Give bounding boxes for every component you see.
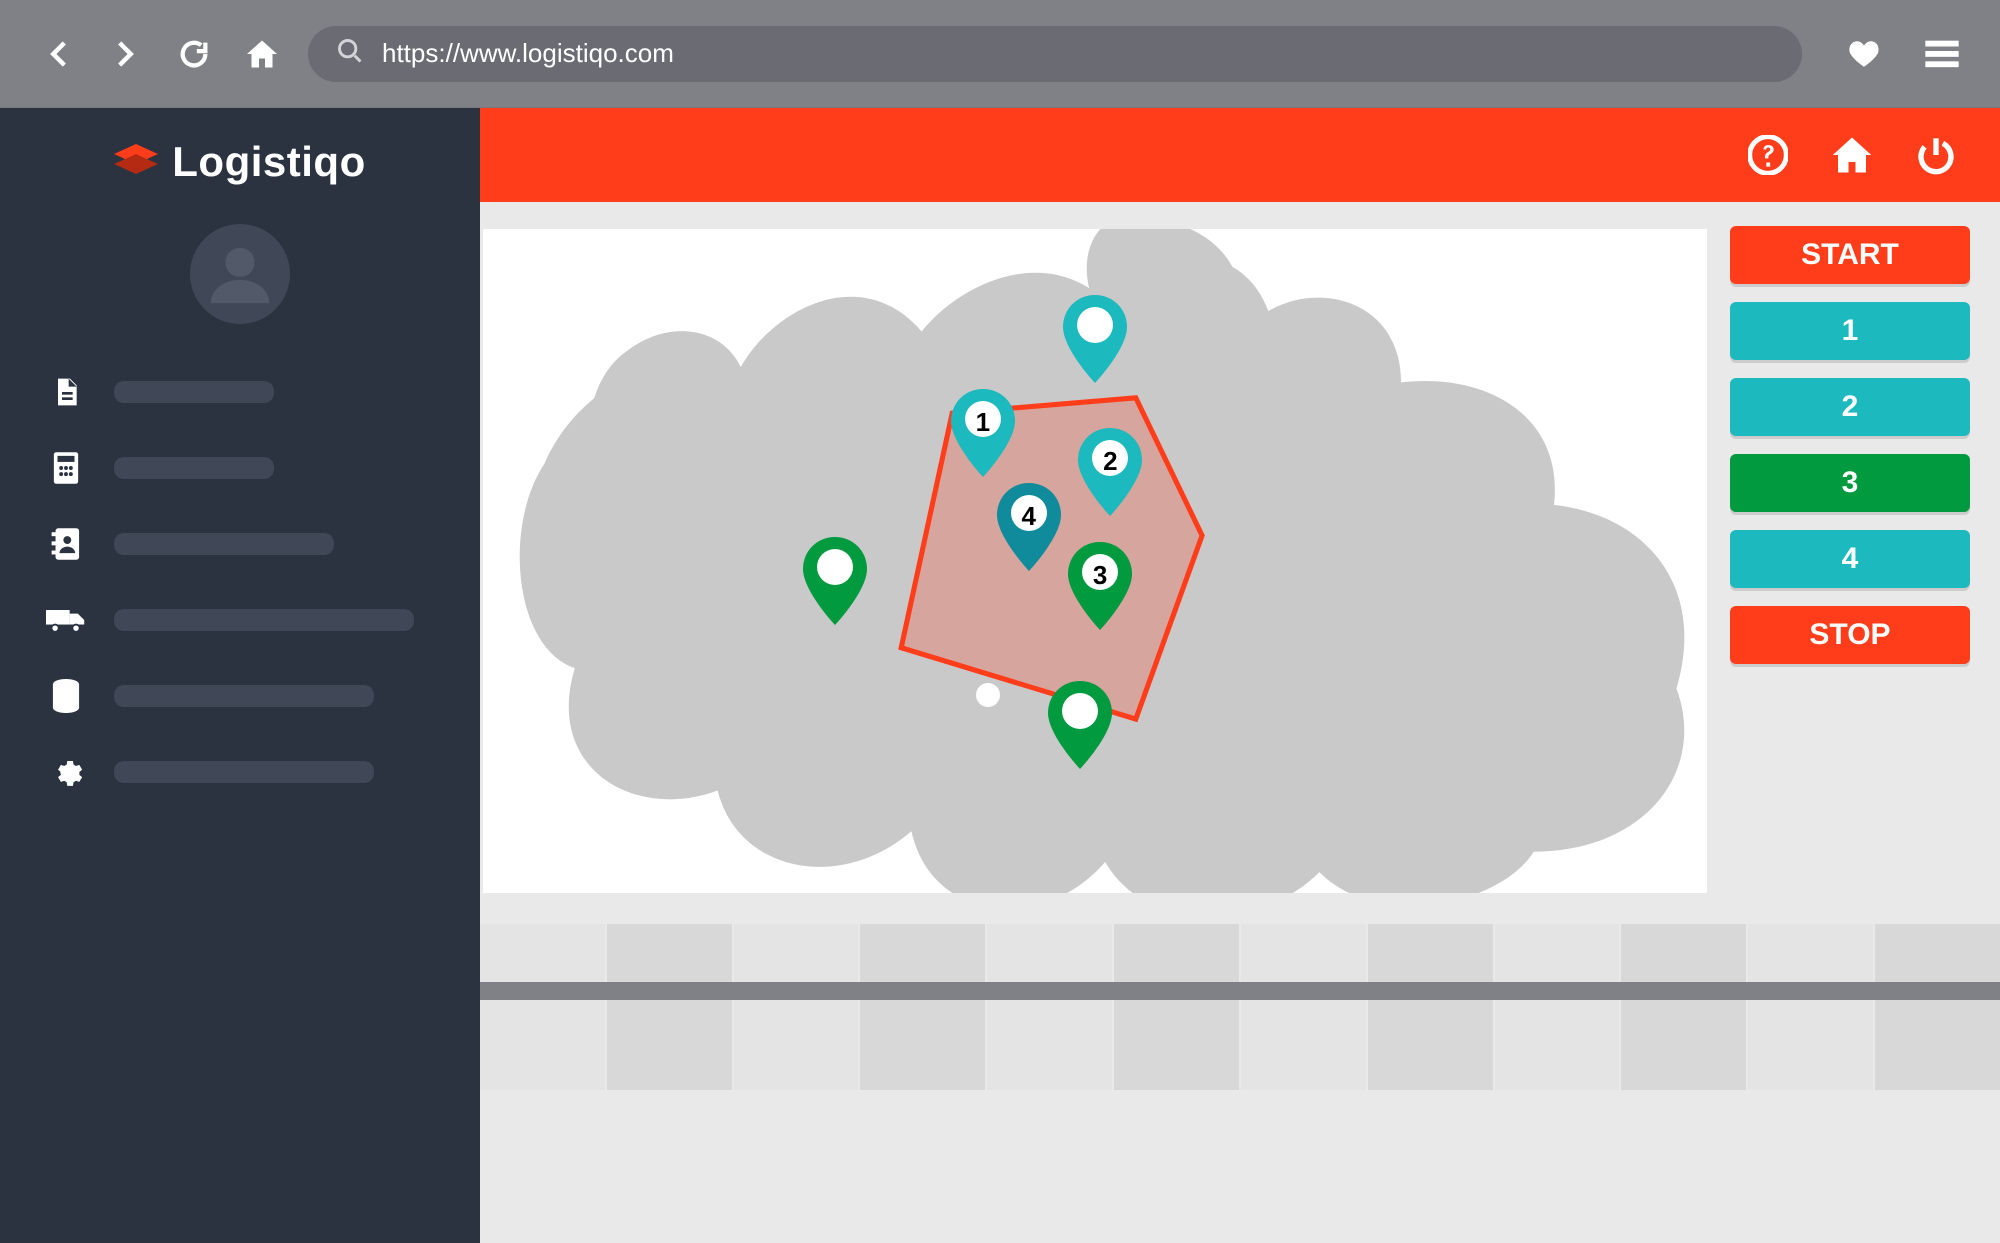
reload-button[interactable] [172,32,216,76]
brand-mark-icon [114,140,158,184]
sidebar-item-label [114,533,334,555]
sidebar-item-contacts[interactable] [46,524,434,564]
avatar[interactable] [190,224,290,324]
back-button[interactable] [36,32,80,76]
pin-label: 2 [1103,446,1117,477]
contacts-icon [46,524,86,564]
steps-panel: START 1 2 3 4 STOP [1710,226,1970,896]
favorite-button[interactable] [1842,32,1886,76]
url-input[interactable] [382,38,1774,69]
step-button[interactable]: START [1730,226,1970,284]
sidebar-item-label [114,457,274,479]
truck-icon [46,600,86,640]
sidebar-item-calculator[interactable] [46,448,434,488]
forward-button[interactable] [104,32,148,76]
brand[interactable]: Logistiqo [0,138,480,186]
map-pin[interactable] [1048,681,1112,769]
document-icon [46,372,86,412]
search-icon [336,37,364,70]
map-pin[interactable]: 4 [997,483,1061,571]
pin-label: 3 [1093,560,1107,591]
step-button[interactable]: 3 [1730,454,1970,512]
sidebar: Logistiqo [0,108,480,1243]
brand-text: Logistiqo [172,138,365,186]
step-button[interactable]: 2 [1730,378,1970,436]
pin-label: 1 [976,407,990,438]
app-topbar [480,108,2000,202]
calculator-icon [46,448,86,488]
sidebar-item-settings[interactable] [46,752,434,792]
map-pin[interactable] [1063,295,1127,383]
power-button[interactable] [1914,133,1958,177]
help-button[interactable] [1746,133,1790,177]
map[interactable]: 1 2 4 3 [480,226,1710,896]
app-shell: Logistiqo [0,108,2000,1243]
database-icon [46,676,86,716]
map-dot [973,680,1003,710]
browser-chrome-bar [0,0,2000,108]
app-home-button[interactable] [1830,133,1874,177]
sidebar-item-label [114,381,274,403]
map-pin[interactable] [803,537,867,625]
timeline-placeholder [480,924,2000,1090]
map-pin[interactable]: 3 [1068,542,1132,630]
pin-label: 4 [1021,501,1035,532]
home-button[interactable] [240,32,284,76]
step-button[interactable]: STOP [1730,606,1970,664]
step-button[interactable]: 4 [1730,530,1970,588]
main-area: 1 2 4 3 START 1 2 3 4 STOP [480,108,2000,1243]
sidebar-item-label [114,609,414,631]
sidebar-item-label [114,761,374,783]
hamburger-menu[interactable] [1920,32,1964,76]
url-bar[interactable] [308,26,1802,82]
sidebar-item-fleet[interactable] [46,600,434,640]
map-pin[interactable]: 2 [1078,428,1142,516]
sidebar-item-database[interactable] [46,676,434,716]
sidebar-item-documents[interactable] [46,372,434,412]
map-pin[interactable]: 1 [951,389,1015,477]
sidebar-menu [0,348,480,816]
step-button[interactable]: 1 [1730,302,1970,360]
sidebar-item-label [114,685,374,707]
gear-icon [46,752,86,792]
